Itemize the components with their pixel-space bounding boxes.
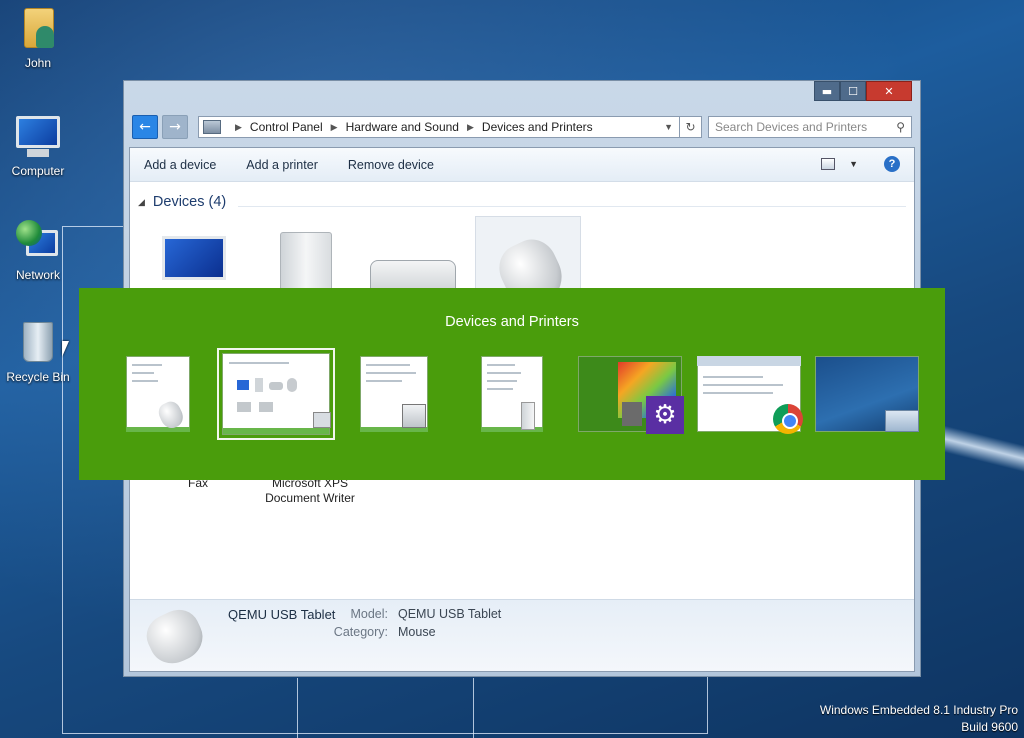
arrow-right-icon: → [169,119,181,135]
chrome-icon [773,404,803,434]
task-switcher: Devices and Printers ⚙ [79,288,945,480]
minimize-button[interactable]: ▬ [814,81,840,101]
switcher-title: Devices and Printers [445,314,579,330]
forward-button[interactable]: → [162,115,188,139]
network-icon [16,220,60,264]
switcher-thumb-devices-and-printers[interactable] [217,348,335,440]
switcher-thumb-pc-settings[interactable]: ⚙ [578,356,684,434]
avatar [622,402,642,426]
storage-icon [521,402,535,430]
chevron-right-icon: ▶ [466,121,474,132]
details-category-label: Category: [333,625,388,639]
refresh-icon: ↻ [685,120,696,134]
help-icon[interactable]: ? [884,156,900,172]
breadcrumb-hardware-and-sound[interactable]: Hardware and Sound [346,120,459,134]
desktop-icon-john[interactable]: John [0,8,76,70]
arrow-left-icon: ← [139,119,151,135]
details-model-value: QEMU USB Tablet [398,607,502,621]
switcher-thumb-desktop[interactable] [815,356,919,432]
desktop-icon-label: Network [15,268,60,282]
switcher-thumb-chrome[interactable] [697,356,803,434]
window-outline-divider [473,678,474,738]
remove-device-button[interactable]: Remove device [348,158,434,172]
desktop-icon-label: John [24,56,52,70]
breadcrumb-devices-and-printers[interactable]: Devices and Printers [482,120,593,134]
add-device-button[interactable]: Add a device [144,158,216,172]
mouse-icon [287,378,297,392]
details-category-value: Mouse [398,625,436,639]
printer-icon [313,412,331,428]
switcher-thumb-app-window[interactable] [360,356,428,432]
chevron-down-icon[interactable]: ▼ [664,122,673,132]
chevron-down-icon[interactable]: ▼ [849,159,858,169]
search-icon: ⚲ [896,120,905,134]
add-printer-button[interactable]: Add a printer [246,158,318,172]
maximize-button[interactable]: ☐ [840,81,866,101]
printer-icon [259,402,273,412]
group-title: Devices (4) [152,194,227,210]
desktop-icon-computer[interactable]: Computer [0,116,76,178]
mouse-icon [139,602,211,672]
printer-icon [237,402,251,412]
breadcrumb-control-panel[interactable]: Control Panel [250,120,323,134]
devices-group-header[interactable]: ◢ Devices (4) [138,194,226,210]
recycle-bin-icon [16,322,60,366]
os-branding: Windows Embedded 8.1 Industry Pro Build … [820,702,1018,736]
mouse-cursor-icon [62,341,76,357]
refresh-button[interactable]: ↻ [680,116,702,138]
switcher-thumb-app-window[interactable] [126,356,190,432]
storage-icon [255,378,263,392]
monitor-icon [237,380,249,390]
switcher-thumb-app-window[interactable] [481,356,543,432]
command-bar: Add a device Add a printer Remove device… [130,148,914,182]
device-monitor[interactable] [162,236,228,296]
collapse-icon: ◢ [138,196,145,207]
close-button[interactable]: ✕ [866,81,912,101]
view-options-icon[interactable] [821,158,836,170]
monitor-icon [162,236,226,280]
breadcrumb[interactable]: ▶ Control Panel ▶ Hardware and Sound ▶ D… [198,116,680,138]
window-preview [885,410,919,432]
gear-icon: ⚙ [646,396,684,434]
scanner-icon [269,382,283,390]
command-bar-right: ▼ ? [821,156,900,172]
chevron-right-icon: ▶ [330,121,338,132]
search-placeholder: Search Devices and Printers [715,120,868,134]
chevron-right-icon: ▶ [235,121,242,132]
search-input[interactable]: Search Devices and Printers ⚲ [708,116,912,138]
details-device-name: QEMU USB Tablet [228,607,336,622]
os-build: Build 9600 [961,720,1018,734]
computer-icon [16,116,60,160]
desktop-icon-label: Recycle Bin [6,370,70,384]
control-panel-icon [203,120,221,134]
details-model-label: Model: [350,607,388,621]
details-pane: QEMU USB Tablet Model: QEMU USB Tablet C… [130,599,914,672]
computer-icon [402,404,426,428]
address-bar: ← → ▶ Control Panel ▶ Hardware and Sound… [132,115,912,139]
window-outline-divider [297,678,298,738]
user-folder-icon [16,8,60,52]
os-edition: Windows Embedded 8.1 Industry Pro [819,703,1018,717]
device-label-xps-line2: Document Writer [265,491,355,505]
window-controls: ▬ ☐ ✕ [814,81,912,101]
group-divider [238,206,906,207]
desktop-icon-label: Computer [11,164,65,178]
back-button[interactable]: ← [132,115,158,139]
